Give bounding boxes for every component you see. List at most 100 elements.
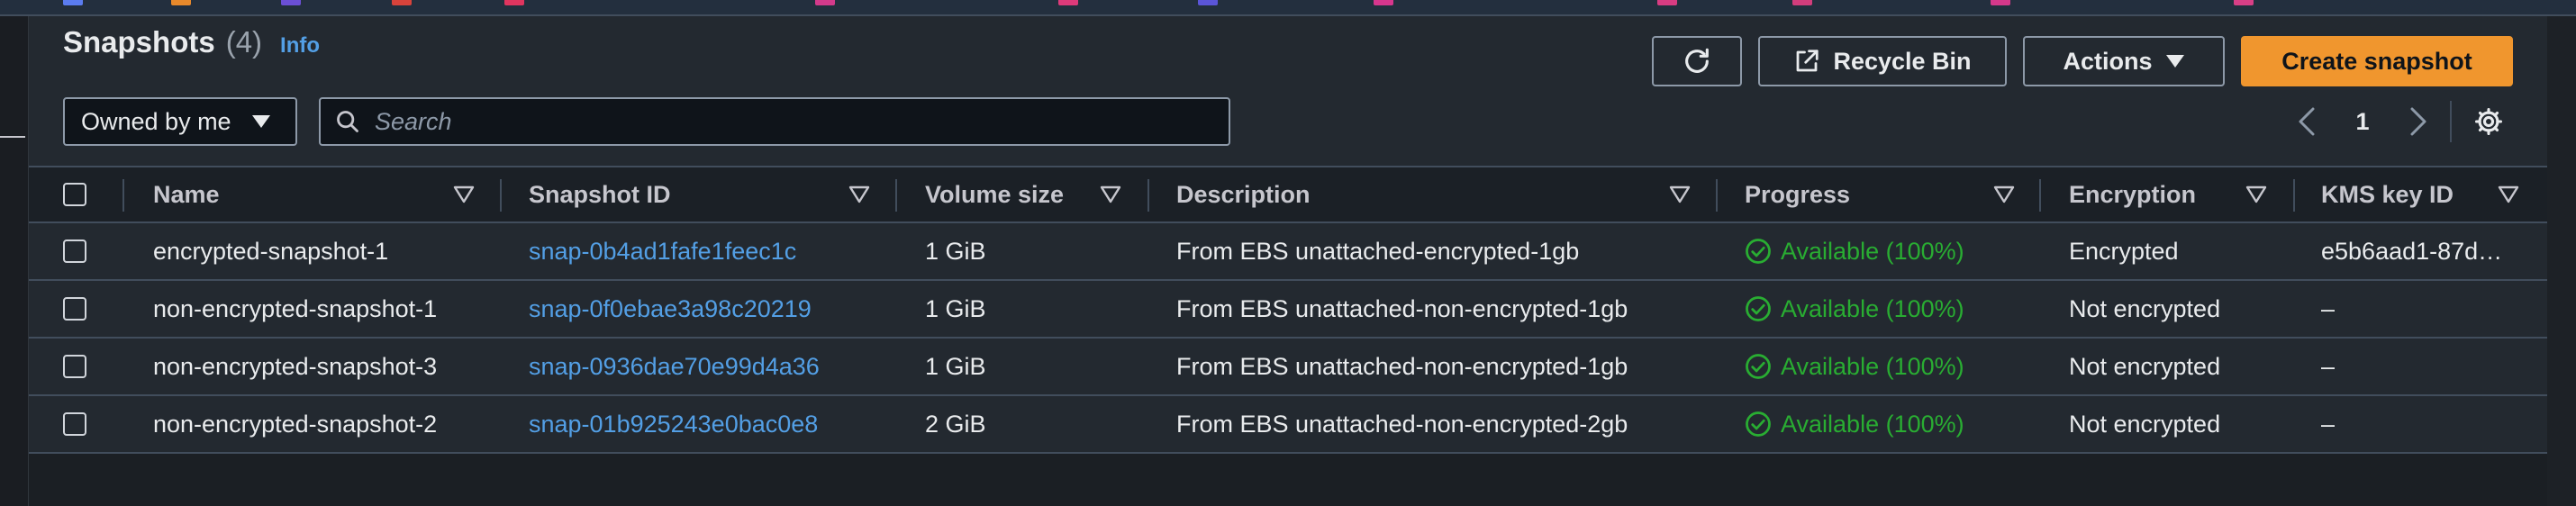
sort-icon[interactable]: [2245, 183, 2268, 206]
bookmark-favicon[interactable]: [281, 0, 301, 5]
table-header-row: Name Snapshot ID Volume size Description…: [29, 166, 2547, 223]
volume-size: 1 GiB: [925, 237, 986, 265]
sort-icon[interactable]: [452, 183, 476, 206]
bookmark-favicon[interactable]: [392, 0, 412, 5]
sort-icon[interactable]: [1992, 183, 2016, 206]
row-checkbox[interactable]: [63, 297, 86, 321]
volume-size: 1 GiB: [925, 352, 986, 380]
recycle-bin-label: Recycle Bin: [1833, 47, 1972, 75]
bookmark-favicon[interactable]: [815, 0, 835, 5]
sort-icon[interactable]: [1099, 183, 1122, 206]
kms-key-id: –: [2321, 410, 2336, 438]
snapshot-description: From EBS unattached-non-encrypted-2gb: [1176, 410, 1628, 438]
recycle-bin-button[interactable]: Recycle Bin: [1758, 36, 2007, 86]
table-row[interactable]: non-encrypted-snapshot-3 snap-0936dae70e…: [29, 339, 2547, 396]
table-row[interactable]: non-encrypted-snapshot-2 snap-01b925243e…: [29, 396, 2547, 454]
sort-icon[interactable]: [1668, 183, 1692, 206]
column-divider[interactable]: [122, 179, 124, 212]
column-header-progress[interactable]: Progress: [1745, 167, 1850, 221]
snapshot-id-link[interactable]: snap-0b4ad1fafe1feec1c: [529, 223, 889, 279]
sort-icon[interactable]: [848, 183, 871, 206]
bookmark-favicon[interactable]: [1374, 0, 1393, 5]
info-link[interactable]: Info: [280, 33, 320, 59]
column-divider[interactable]: [2039, 179, 2041, 212]
current-page-number[interactable]: 1: [2355, 108, 2369, 136]
owner-filter-select[interactable]: Owned by me: [63, 97, 297, 146]
panel-header: Snapshots (4) Info: [63, 25, 320, 65]
snapshot-description: From EBS unattached-non-encrypted-1gb: [1176, 294, 1628, 322]
column-header-name[interactable]: Name: [153, 167, 220, 221]
check-circle-icon: [1746, 239, 1771, 264]
side-navigation-gutter: [0, 16, 29, 506]
column-header-volume-size[interactable]: Volume size: [925, 167, 1064, 221]
create-snapshot-button[interactable]: Create snapshot: [2241, 36, 2513, 86]
column-divider[interactable]: [2293, 179, 2295, 212]
nav-collapse-mark[interactable]: [0, 136, 25, 138]
check-circle-icon: [1746, 296, 1771, 321]
search-input[interactable]: [375, 107, 1185, 136]
caret-down-icon: [2165, 55, 2184, 68]
bookmark-favicon[interactable]: [171, 0, 191, 5]
column-header-snapshot-id[interactable]: Snapshot ID: [529, 167, 671, 221]
column-divider[interactable]: [500, 179, 502, 212]
progress-text: Available (100%): [1781, 352, 1964, 380]
actions-dropdown-button[interactable]: Actions: [2023, 36, 2225, 86]
column-divider[interactable]: [895, 179, 897, 212]
chevron-left-icon[interactable]: [2295, 106, 2318, 137]
preferences-button[interactable]: [2470, 103, 2508, 140]
progress-status: Available (100%): [1745, 396, 2033, 452]
search-box[interactable]: [319, 97, 1230, 146]
encryption-status: Encrypted: [2069, 237, 2179, 265]
snapshot-id-link[interactable]: snap-01b925243e0bac0e8: [529, 396, 889, 452]
column-header-description[interactable]: Description: [1176, 167, 1311, 221]
column-header-encryption[interactable]: Encryption: [2069, 167, 2196, 221]
check-circle-icon: [1746, 411, 1771, 437]
gear-icon: [2474, 107, 2503, 136]
snapshot-name: encrypted-snapshot-1: [153, 237, 389, 265]
chevron-right-icon[interactable]: [2407, 106, 2430, 137]
column-header-kms-key-id[interactable]: KMS key ID: [2321, 167, 2454, 221]
owner-filter-value: Owned by me: [81, 107, 231, 135]
snapshot-description: From EBS unattached-encrypted-1gb: [1176, 237, 1580, 265]
progress-status: Available (100%): [1745, 339, 2033, 394]
row-checkbox[interactable]: [63, 355, 86, 378]
row-checkbox[interactable]: [63, 239, 86, 263]
kms-key-id: –: [2321, 352, 2336, 380]
progress-text: Available (100%): [1781, 237, 1964, 265]
sort-icon[interactable]: [2497, 183, 2520, 206]
right-gutter: [2547, 16, 2576, 506]
bookmark-favicon[interactable]: [63, 0, 83, 5]
caret-down-icon: [251, 115, 270, 128]
snapshot-name: non-encrypted-snapshot-1: [153, 294, 438, 322]
bookmark-favicon[interactable]: [1792, 0, 1812, 5]
encryption-status: Not encrypted: [2069, 352, 2221, 380]
refresh-icon: [1685, 48, 1709, 73]
search-icon: [337, 111, 358, 132]
bookmark-favicon[interactable]: [1058, 0, 1078, 5]
toolbar-divider: [2450, 101, 2452, 142]
select-all-checkbox[interactable]: [63, 183, 86, 206]
snapshot-id-link[interactable]: snap-0936dae70e99d4a36: [529, 339, 889, 394]
table-row[interactable]: encrypted-snapshot-1 snap-0b4ad1fafe1fee…: [29, 223, 2547, 281]
table-row[interactable]: non-encrypted-snapshot-1 snap-0f0ebae3a9…: [29, 281, 2547, 339]
snapshot-name: non-encrypted-snapshot-2: [153, 410, 438, 438]
row-checkbox[interactable]: [63, 412, 86, 436]
encryption-status: Not encrypted: [2069, 294, 2221, 322]
refresh-button[interactable]: [1652, 36, 1742, 86]
volume-size: 2 GiB: [925, 410, 986, 438]
page-title: Snapshots: [63, 25, 215, 59]
bookmark-favicon[interactable]: [1991, 0, 2010, 5]
bookmark-favicon[interactable]: [2234, 0, 2254, 5]
bookmark-favicon[interactable]: [1657, 0, 1677, 5]
browser-bookmarks-strip: [0, 0, 2576, 16]
bookmark-favicon[interactable]: [1198, 0, 1218, 5]
column-divider[interactable]: [1716, 179, 1718, 212]
snapshot-name: non-encrypted-snapshot-3: [153, 352, 438, 380]
progress-status: Available (100%): [1745, 223, 2033, 279]
snapshot-description: From EBS unattached-non-encrypted-1gb: [1176, 352, 1628, 380]
kms-key-id: –: [2321, 294, 2336, 322]
progress-text: Available (100%): [1781, 410, 1964, 438]
snapshot-id-link[interactable]: snap-0f0ebae3a98c20219: [529, 281, 889, 337]
bookmark-favicon[interactable]: [504, 0, 524, 5]
column-divider[interactable]: [1147, 179, 1149, 212]
